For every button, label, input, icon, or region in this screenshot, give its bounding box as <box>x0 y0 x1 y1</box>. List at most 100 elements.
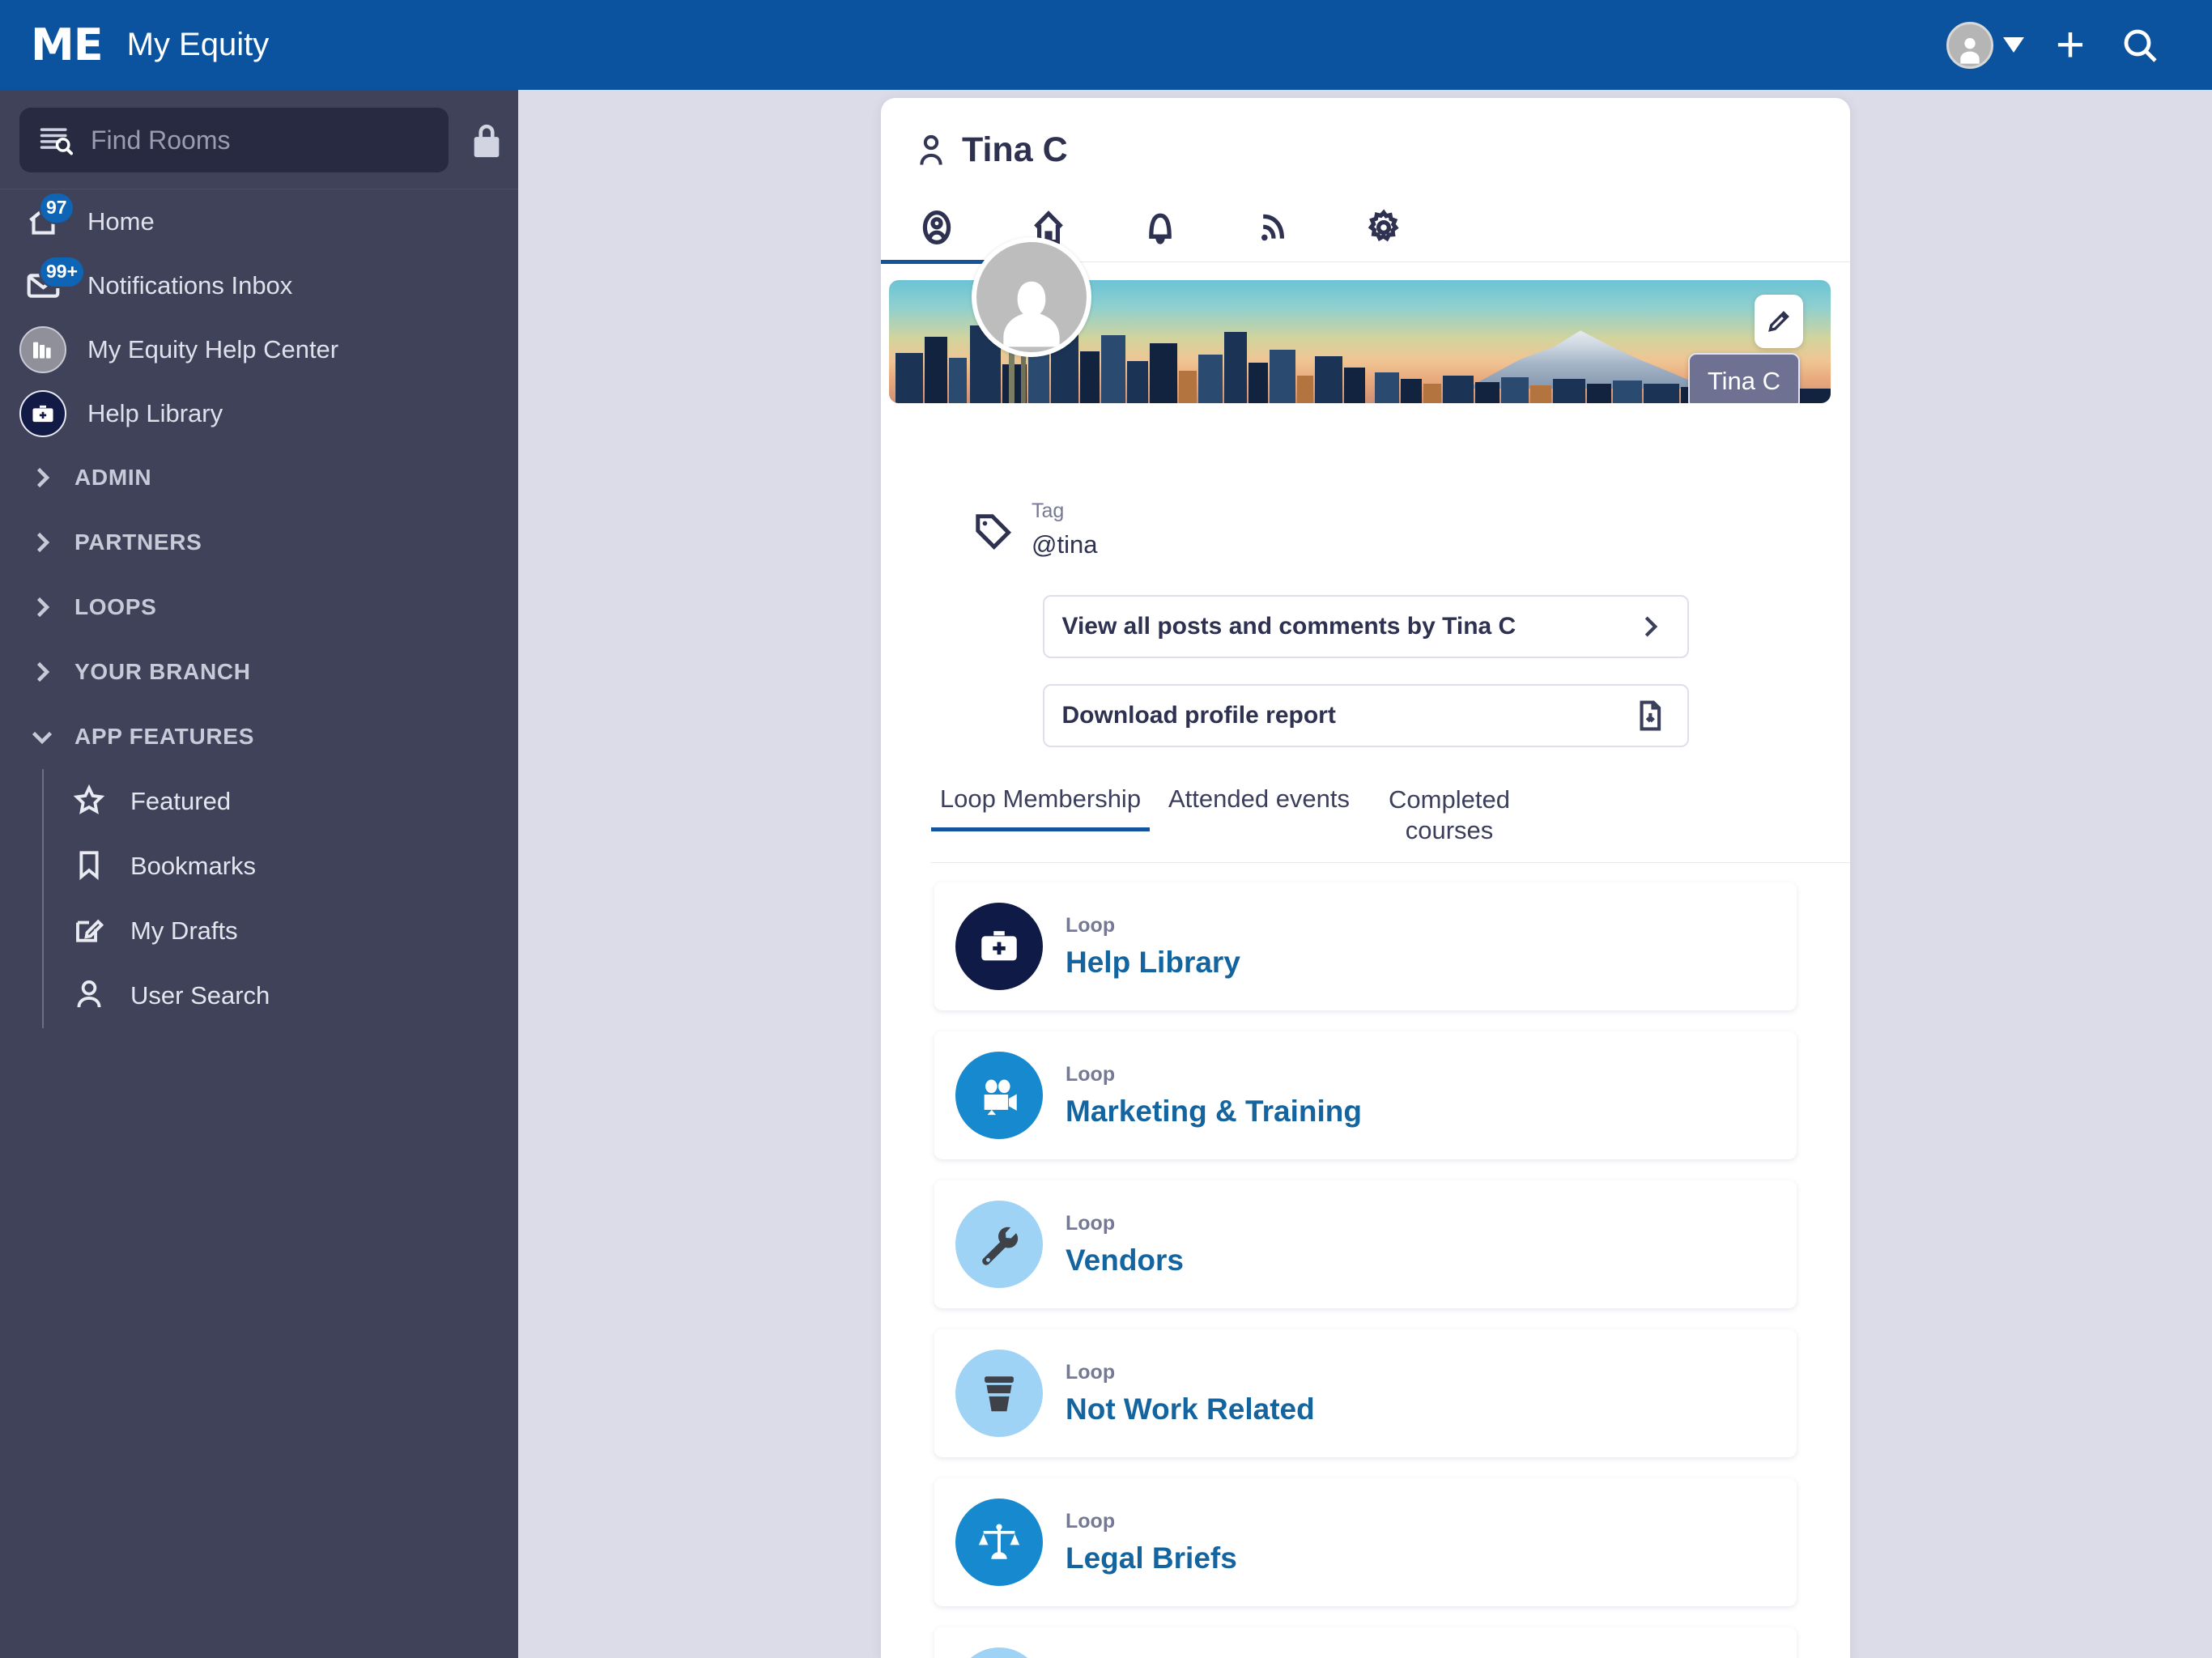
list-item[interactable]: Loop Marketing & Training <box>934 1031 1797 1159</box>
sidebar-item-my-drafts[interactable]: My Drafts <box>44 899 518 963</box>
loop-kind-label: Loop <box>1066 1062 1116 1086</box>
list-item[interactable]: Loop Legal Briefs <box>934 1478 1797 1606</box>
sidebar-item-home[interactable]: 97 Home <box>0 189 518 253</box>
loop-name-link[interactable]: Not Work Related <box>1066 1392 1315 1426</box>
sidebar-section-label: PARTNERS <box>74 529 202 555</box>
chevron-down-icon <box>2003 37 2024 53</box>
tab-settings[interactable] <box>1328 194 1440 264</box>
gear-icon <box>1368 209 1399 241</box>
sidebar-section-partners[interactable]: PARTNERS <box>0 510 518 575</box>
star-icon <box>72 783 109 820</box>
header-actions: + <box>1935 11 2212 80</box>
loop-kind-label: Loop <box>1066 1211 1116 1235</box>
list-item[interactable]: Loop Vendors <box>934 1180 1797 1308</box>
rss-icon <box>1261 214 1284 240</box>
subtab-loop-membership[interactable]: Loop Membership <box>931 784 1150 831</box>
partial-icon <box>955 1647 1043 1658</box>
bell-icon <box>1149 213 1172 244</box>
sidebar: 97 Home 99+ Notifications Inbox My Equit… <box>0 90 518 1658</box>
find-rooms-search[interactable] <box>19 108 449 172</box>
list-item[interactable]: Loop Not Work Related <box>934 1329 1797 1457</box>
envelope-icon: 99+ <box>19 255 86 309</box>
sidebar-item-label: My Drafts <box>130 916 238 945</box>
account-menu-button[interactable] <box>1935 21 2035 69</box>
profile-subtabs: Loop Membership Attended events Complete… <box>931 784 1850 865</box>
chevron-right-icon <box>28 657 57 687</box>
sidebar-item-help-library[interactable]: Help Library <box>0 381 518 445</box>
notifications-badge: 99+ <box>39 255 86 288</box>
sidebar-section-admin[interactable]: ADMIN <box>0 445 518 510</box>
sidebar-item-featured[interactable]: Featured <box>44 769 518 834</box>
sidebar-item-label: User Search <box>130 981 270 1010</box>
pencil-icon <box>1768 311 1789 332</box>
subtab-attended-events[interactable]: Attended events <box>1150 784 1368 831</box>
lock-icon[interactable] <box>468 119 505 161</box>
profile-panel: Tina C Tina C Tag @tina View all posts a… <box>881 98 1850 1658</box>
sidebar-section-label: APP FEATURES <box>74 724 255 749</box>
user-avatar-icon <box>1960 37 1980 64</box>
tab-notifications[interactable] <box>1104 194 1216 264</box>
loop-kind-label: Loop <box>1066 1509 1116 1533</box>
loop-kind-label: Loop <box>1066 1360 1116 1384</box>
list-item[interactable]: Loop Help Library <box>934 882 1797 1010</box>
file-download-icon <box>1632 698 1668 733</box>
profile-circle-icon <box>922 210 951 244</box>
sidebar-item-bookmarks[interactable]: Bookmarks <box>44 834 518 899</box>
wrench-icon <box>955 1201 1043 1288</box>
user-avatar-icon <box>1003 281 1060 347</box>
bookmark-icon <box>72 848 109 885</box>
app-logo-mark: ME <box>31 19 104 70</box>
sidebar-section-your-branch[interactable]: YOUR BRANCH <box>0 640 518 704</box>
sidebar-item-my-equity-help-center[interactable]: My Equity Help Center <box>0 317 518 381</box>
loop-name-link[interactable]: Legal Briefs <box>1066 1541 1237 1575</box>
sidebar-item-user-search[interactable]: User Search <box>44 963 518 1028</box>
tab-feed[interactable] <box>1216 194 1328 264</box>
chevron-right-icon <box>28 528 57 557</box>
tab-profile[interactable] <box>881 194 993 264</box>
app-logo-text: My Equity <box>126 27 270 62</box>
search-button[interactable] <box>2105 11 2175 80</box>
sidebar-section-app-features[interactable]: APP FEATURES <box>0 704 518 769</box>
sidebar-search-row <box>0 90 518 189</box>
search-icon <box>2124 29 2157 62</box>
sidebar-item-label: Notifications Inbox <box>87 270 293 300</box>
subtab-completed-courses[interactable]: Completed courses <box>1368 784 1530 865</box>
app-header: ME My Equity + <box>0 0 2212 90</box>
loop-membership-list: Loop Help Library Loop Marketing & Train… <box>881 863 1850 1658</box>
chevron-right-icon <box>28 593 57 622</box>
medical-briefcase-icon <box>955 903 1043 990</box>
sidebar-section-label: YOUR BRANCH <box>74 659 251 684</box>
home-badge: 97 <box>39 191 74 224</box>
loop-name-link[interactable]: Marketing & Training <box>1066 1095 1362 1129</box>
plus-icon: + <box>2055 16 2086 73</box>
edit-square-icon <box>72 912 109 950</box>
film-camera-icon <box>955 1052 1043 1139</box>
medical-briefcase-icon <box>19 389 66 437</box>
home-icon: 97 <box>19 191 74 245</box>
app-features-sublist: Featured Bookmarks My Drafts User Search <box>42 769 518 1028</box>
sidebar-item-label: Bookmarks <box>130 852 257 880</box>
person-icon <box>72 977 109 1014</box>
search-input[interactable] <box>91 125 431 155</box>
view-all-posts-button[interactable]: View all posts and comments by Tina C <box>1042 594 1689 658</box>
chevron-right-icon <box>28 463 57 492</box>
chevron-down-icon <box>28 722 57 751</box>
button-label: Download profile report <box>1061 701 1336 729</box>
add-button[interactable]: + <box>2035 11 2105 80</box>
download-profile-report-button[interactable]: Download profile report <box>1042 683 1689 747</box>
edit-banner-button[interactable] <box>1755 295 1803 348</box>
profile-avatar[interactable] <box>972 237 1091 357</box>
sidebar-item-notifications-inbox[interactable]: 99+ Notifications Inbox <box>0 253 518 317</box>
loop-kind-label: Loop <box>1066 913 1116 937</box>
sidebar-item-label: Featured <box>130 787 232 815</box>
list-item[interactable]: Loop <box>934 1627 1797 1658</box>
loop-name-link[interactable]: Vendors <box>1066 1244 1184 1278</box>
tag-icon <box>972 510 1014 552</box>
loop-name-link[interactable]: Help Library <box>1066 946 1240 980</box>
sidebar-section-label: ADMIN <box>74 465 152 490</box>
chevron-right-icon <box>1632 609 1668 644</box>
page-title-text: Tina C <box>962 130 1068 169</box>
books-icon <box>19 325 66 373</box>
sidebar-section-loops[interactable]: LOOPS <box>0 575 518 640</box>
page-title: Tina C <box>881 98 1850 170</box>
